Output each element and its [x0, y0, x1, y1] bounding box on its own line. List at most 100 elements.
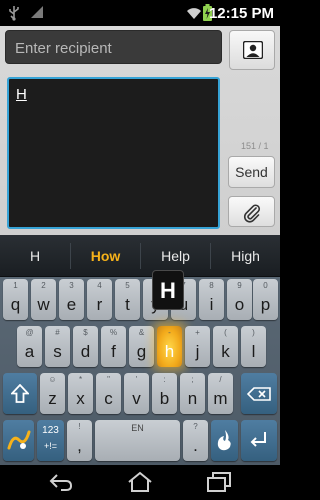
key-p[interactable]: 0p	[253, 279, 278, 320]
send-button[interactable]: Send	[228, 156, 275, 188]
status-bar: 12:15 PM	[0, 0, 280, 26]
char-counter: 151 / 1	[241, 141, 269, 151]
period-key[interactable]: ?.	[183, 420, 208, 461]
key-label: b	[159, 389, 170, 408]
key-label: ,	[77, 436, 82, 455]
key-h[interactable]: -h	[157, 326, 182, 367]
key-hint: /	[219, 375, 222, 384]
key-label: q	[10, 295, 21, 314]
back-icon[interactable]	[48, 471, 74, 493]
key-q[interactable]: 1q	[3, 279, 28, 320]
key-hint: ?	[193, 422, 198, 431]
key-hint: ;	[191, 375, 194, 384]
key-label: d	[80, 342, 91, 361]
enter-icon	[250, 432, 266, 447]
key-hint: )	[252, 328, 255, 337]
key-hint: 4	[97, 281, 102, 290]
key-o[interactable]: 9o	[227, 279, 252, 320]
recipient-input[interactable]: Enter recipient	[5, 30, 222, 64]
key-label: g	[136, 342, 147, 361]
key-label: o	[234, 295, 245, 314]
message-text: H	[16, 86, 27, 103]
key-hint: "	[107, 375, 110, 384]
recent-apps-icon[interactable]	[206, 471, 232, 493]
key-hint: !	[78, 422, 81, 431]
key-hint: +	[195, 328, 200, 337]
key-n[interactable]: ; n	[180, 373, 205, 414]
key-s[interactable]: # s	[45, 326, 70, 367]
key-k[interactable]: (k	[213, 326, 238, 367]
key-z[interactable]: ☺ z	[40, 373, 65, 414]
backspace-key[interactable]	[241, 373, 277, 414]
shift-arrow-icon	[11, 384, 29, 403]
key-label: j	[195, 342, 200, 361]
key-r[interactable]: 4r	[87, 279, 112, 320]
dragon-voice-key[interactable]	[211, 420, 238, 461]
key-v[interactable]: ' v	[124, 373, 149, 414]
enter-key[interactable]	[241, 420, 277, 461]
key-hint: &	[138, 328, 145, 337]
key-hint: 2	[41, 281, 46, 290]
symbols-key[interactable]: 123 +!=	[37, 420, 64, 461]
key-label: e	[66, 295, 77, 314]
key-hint: 1	[13, 281, 18, 290]
key-b[interactable]: :b	[152, 373, 177, 414]
key-label: v	[132, 389, 141, 408]
key-hint: 0	[263, 281, 268, 290]
key-label: l	[251, 342, 256, 361]
space-key[interactable]: EN	[95, 420, 180, 461]
key-hint: -	[168, 328, 171, 337]
key-label: f	[111, 342, 116, 361]
paperclip-icon	[243, 204, 261, 223]
key-i[interactable]: 8i	[199, 279, 224, 320]
symbols-sublabel: +!=	[43, 441, 57, 451]
suggestion-1[interactable]: H	[0, 235, 70, 277]
key-c[interactable]: " c	[96, 373, 121, 414]
key-x[interactable]: * x	[68, 373, 93, 414]
home-icon[interactable]	[126, 471, 154, 493]
key-m[interactable]: / m	[208, 373, 233, 414]
contact-picker-button[interactable]	[229, 30, 275, 70]
status-time: 12:15 PM	[208, 5, 274, 22]
suggestion-4[interactable]: High	[211, 235, 280, 277]
key-hint: 3	[69, 281, 74, 290]
key-hint: #	[55, 328, 60, 337]
key-label: i	[209, 295, 214, 314]
key-label: w	[37, 295, 50, 314]
navigation-bar	[0, 465, 280, 500]
keyboard: H How Help High 1q 2w 3e 4r 5t 6y 7u 8i …	[0, 235, 280, 465]
suggestion-2[interactable]: How	[71, 235, 140, 277]
language-label: EN	[131, 423, 144, 433]
contact-card-icon	[243, 41, 263, 59]
compose-panel: Enter recipient H 151 / 1 Send	[0, 26, 280, 235]
shift-key[interactable]	[3, 373, 37, 414]
attach-button[interactable]	[228, 196, 275, 227]
key-a[interactable]: @ a	[17, 326, 42, 367]
key-d[interactable]: $ d	[73, 326, 98, 367]
key-label: m	[213, 389, 228, 408]
key-preview-popup: H	[152, 270, 184, 310]
message-input[interactable]: H	[7, 77, 220, 229]
key-hint: 9	[237, 281, 242, 290]
wifi-icon	[187, 8, 201, 19]
key-t[interactable]: 5t	[115, 279, 140, 320]
key-g[interactable]: & g	[129, 326, 154, 367]
swype-key[interactable]	[3, 420, 34, 461]
key-hint: ☺	[48, 375, 57, 384]
key-hint: *	[78, 375, 83, 384]
key-label: s	[53, 342, 62, 361]
key-label: a	[24, 342, 35, 361]
key-w[interactable]: 2w	[31, 279, 56, 320]
key-j[interactable]: + j	[185, 326, 210, 367]
recipient-placeholder: Enter recipient	[15, 40, 112, 57]
key-hint: %	[109, 328, 118, 337]
key-label: x	[76, 389, 85, 408]
key-hint: :	[163, 375, 166, 384]
backspace-icon	[247, 387, 271, 401]
key-label: z	[48, 389, 57, 408]
key-f[interactable]: % f	[101, 326, 126, 367]
suggestion-bar: H How Help High	[0, 235, 280, 277]
comma-key[interactable]: !,	[67, 420, 92, 461]
key-e[interactable]: 3e	[59, 279, 84, 320]
key-l[interactable]: ) l	[241, 326, 266, 367]
